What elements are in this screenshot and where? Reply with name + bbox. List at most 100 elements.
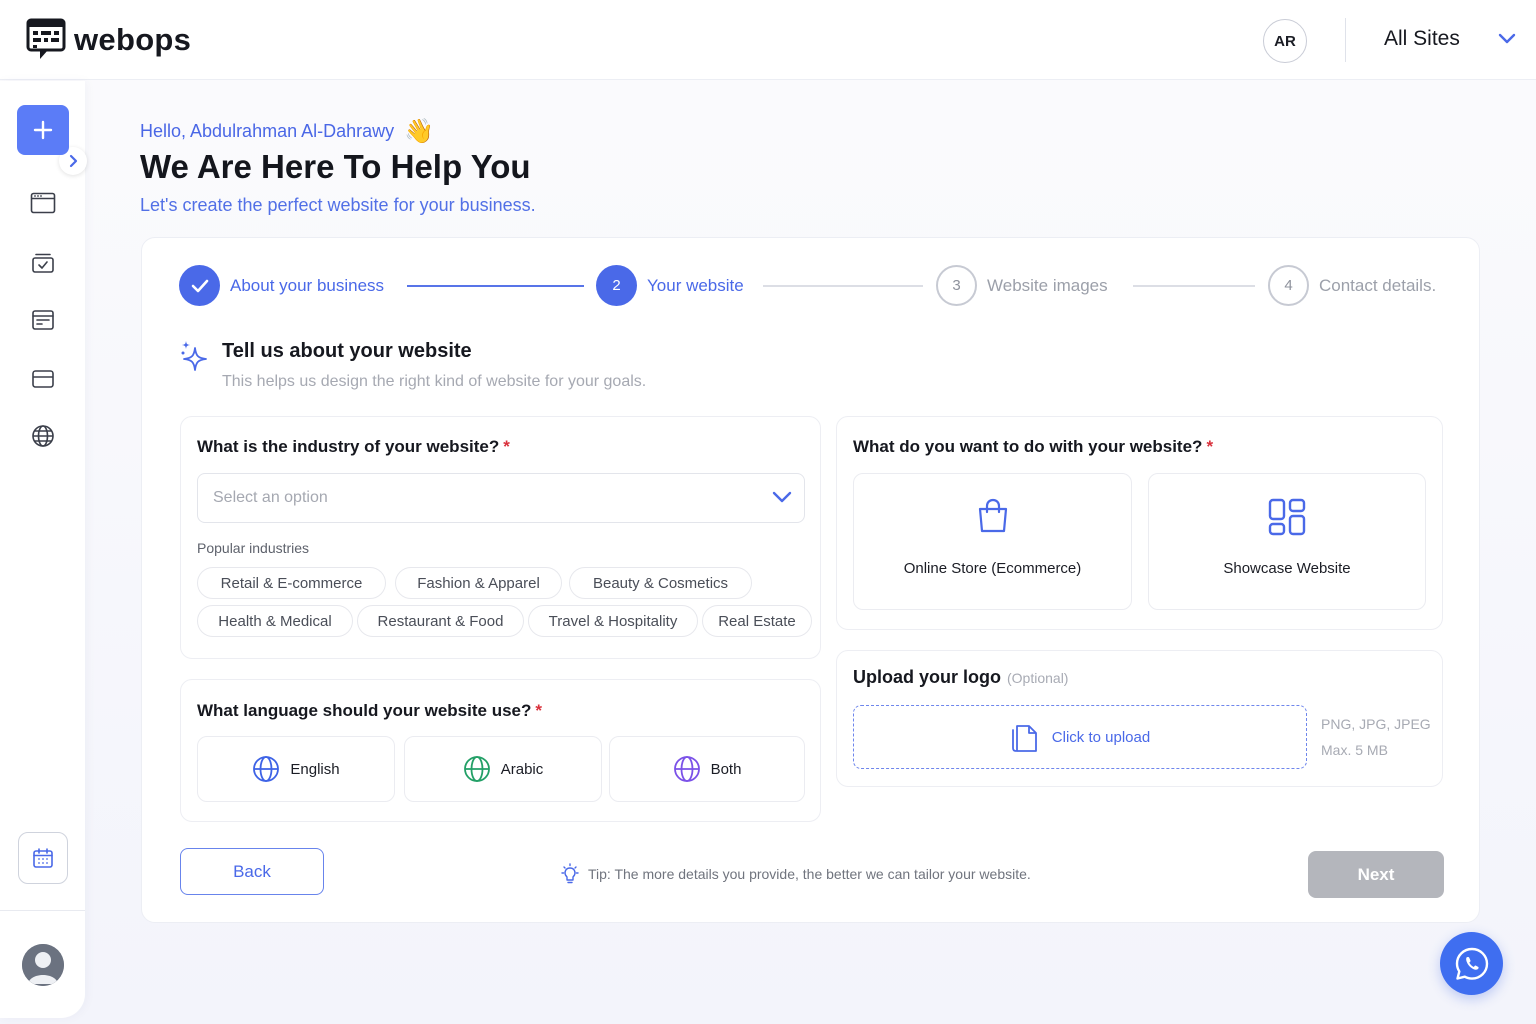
step-about-business[interactable]: About your business xyxy=(179,265,384,306)
step-label: Your website xyxy=(647,275,744,295)
calendar-icon xyxy=(33,848,53,868)
language-option-label: English xyxy=(290,760,340,778)
back-button[interactable]: Back xyxy=(180,848,324,895)
upload-logo-title-text: Upload your logo xyxy=(853,667,1001,687)
step-number-badge: 3 xyxy=(936,265,977,306)
site-selector[interactable]: All Sites xyxy=(1384,27,1516,51)
language-option-arabic[interactable]: Arabic xyxy=(404,736,602,802)
page-title: We Are Here To Help You xyxy=(140,148,531,185)
greeting: Hello, Abdulrahman Al-Dahrawy 👋 xyxy=(140,117,434,146)
language-option-english[interactable]: English xyxy=(197,736,395,802)
language-option-both[interactable]: Both xyxy=(609,736,805,802)
globe-icon xyxy=(463,756,490,782)
checklist-tray-icon xyxy=(32,253,54,273)
user-avatar[interactable] xyxy=(22,944,64,986)
upload-max-size: Max. 5 MB xyxy=(1321,742,1388,758)
step-label: About your business xyxy=(230,275,385,295)
browser-window-icon xyxy=(30,192,56,214)
optional-tag: (Optional) xyxy=(1007,670,1069,686)
plus-icon xyxy=(33,120,53,140)
step-connector xyxy=(407,285,584,287)
globe-icon xyxy=(253,756,280,782)
lightbulb-icon xyxy=(561,863,579,884)
industry-chip[interactable]: Fashion & Apparel xyxy=(395,567,562,599)
industry-chip[interactable]: Restaurant & Food xyxy=(357,605,524,637)
step-contact-details[interactable]: 4 Contact details. xyxy=(1268,265,1436,306)
language-question-text: What language should your website use? xyxy=(197,701,532,720)
industry-chip[interactable]: Real Estate xyxy=(702,605,812,637)
shopping-bag-icon xyxy=(978,498,1007,533)
page-subtitle: Let's create the perfect website for you… xyxy=(140,195,536,215)
chevron-down-icon xyxy=(772,491,792,503)
sidebar-item-domains[interactable] xyxy=(29,422,57,450)
waving-hand-emoji: 👋 xyxy=(404,118,435,145)
goal-option-showcase[interactable]: Showcase Website xyxy=(1148,473,1426,610)
goal-option-label: Online Store (Ecommerce) xyxy=(903,560,1082,577)
credit-card-icon xyxy=(32,370,54,388)
goal-option-label: Showcase Website xyxy=(1223,560,1351,577)
step-complete-badge xyxy=(179,265,220,306)
globe-icon xyxy=(32,425,54,447)
whatsapp-chat-button[interactable] xyxy=(1440,932,1503,995)
sidebar-item-websites[interactable] xyxy=(29,189,57,217)
file-icon xyxy=(1011,725,1037,752)
required-asterisk: * xyxy=(503,437,510,456)
step-connector xyxy=(763,285,923,287)
section-subtitle: This helps us design the right kind of w… xyxy=(222,373,647,390)
step-your-website[interactable]: 2 Your website xyxy=(596,265,744,306)
popular-industries-label: Popular industries xyxy=(197,540,310,556)
step-website-images[interactable]: 3 Website images xyxy=(936,265,1108,306)
sparkle-icon xyxy=(181,341,207,371)
check-icon xyxy=(191,279,208,292)
calendar-button[interactable] xyxy=(18,832,68,884)
globe-icon xyxy=(673,756,700,782)
industry-chip[interactable]: Travel & Hospitality xyxy=(528,605,698,637)
language-option-label: Arabic xyxy=(500,760,544,778)
required-asterisk: * xyxy=(535,701,542,720)
webops-logo-icon xyxy=(26,18,66,59)
industry-question: What is the industry of your website? * xyxy=(197,437,510,457)
layout-card-icon xyxy=(32,310,54,330)
next-button[interactable]: Next xyxy=(1308,851,1444,898)
tip-text: Tip: The more details you provide, the b… xyxy=(588,866,1031,882)
industry-chip[interactable]: Health & Medical xyxy=(197,605,353,637)
step-number-badge: 4 xyxy=(1268,265,1309,306)
goal-option-online-store[interactable]: Online Store (Ecommerce) xyxy=(853,473,1132,610)
brand-logo[interactable]: webops xyxy=(26,18,191,62)
upload-formats: PNG, JPG, JPEG xyxy=(1321,716,1431,732)
greeting-text: Hello, Abdulrahman Al-Dahrawy xyxy=(140,121,395,141)
top-bar: webops AR All Sites xyxy=(0,0,1536,80)
required-asterisk: * xyxy=(1206,437,1214,456)
tip: Tip: The more details you provide, the b… xyxy=(560,863,1031,885)
user-silhouette-icon xyxy=(22,944,64,986)
upload-logo-title: Upload your logo (Optional) xyxy=(853,667,1068,688)
sidebar-divider xyxy=(0,910,85,911)
step-label: Website images xyxy=(987,275,1108,295)
industry-chip[interactable]: Retail & E-commerce xyxy=(197,567,386,599)
sidebar-item-tasks[interactable] xyxy=(29,249,57,277)
header-divider xyxy=(1345,18,1346,62)
chevron-right-icon xyxy=(69,154,78,168)
chevron-down-icon xyxy=(1498,33,1516,44)
step-label: Contact details. xyxy=(1319,275,1437,295)
website-goal-question-text: What do you want to do with your website… xyxy=(853,437,1203,456)
industry-select-placeholder: Select an option xyxy=(213,489,328,506)
industry-question-text: What is the industry of your website? xyxy=(197,437,500,456)
section-title: Tell us about your website xyxy=(222,340,472,362)
dashboard-grid-icon xyxy=(1268,498,1306,536)
user-initials-avatar[interactable]: AR xyxy=(1263,19,1307,63)
step-number-badge: 2 xyxy=(596,265,637,306)
step-connector xyxy=(1133,285,1255,287)
industry-select[interactable]: Select an option xyxy=(197,473,805,523)
language-question: What language should your website use? * xyxy=(197,701,542,721)
logo-upload-dropzone[interactable]: Click to upload xyxy=(853,705,1307,769)
brand-name: webops xyxy=(74,22,192,57)
whatsapp-icon xyxy=(1455,947,1488,980)
add-button[interactable] xyxy=(17,105,69,155)
sidebar-item-templates[interactable] xyxy=(29,306,57,334)
sidebar-item-billing[interactable] xyxy=(29,365,57,393)
industry-chip[interactable]: Beauty & Cosmetics xyxy=(569,567,752,599)
upload-cta: Click to upload xyxy=(1051,728,1151,746)
site-selector-label: All Sites xyxy=(1384,27,1460,50)
language-option-label: Both xyxy=(710,760,742,778)
